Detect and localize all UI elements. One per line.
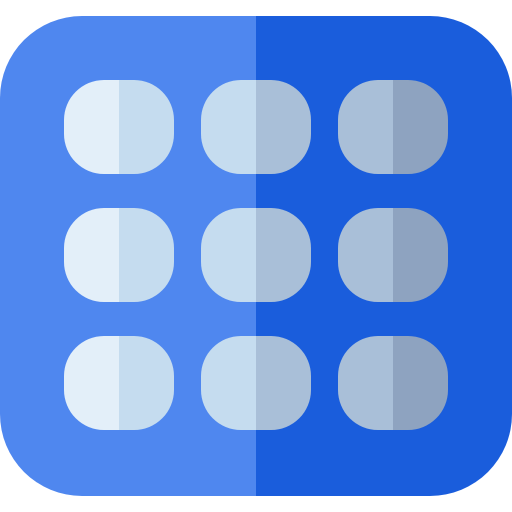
grid-key xyxy=(201,208,311,302)
grid-key xyxy=(201,80,311,174)
icon-canvas xyxy=(0,0,512,512)
grid-keypad-icon xyxy=(0,16,512,496)
grid-key xyxy=(338,80,448,174)
grid-key xyxy=(201,336,311,430)
grid-key xyxy=(64,80,174,174)
grid-key xyxy=(338,336,448,430)
grid-key xyxy=(64,336,174,430)
grid-key xyxy=(64,208,174,302)
key-grid xyxy=(64,80,448,430)
grid-key xyxy=(338,208,448,302)
